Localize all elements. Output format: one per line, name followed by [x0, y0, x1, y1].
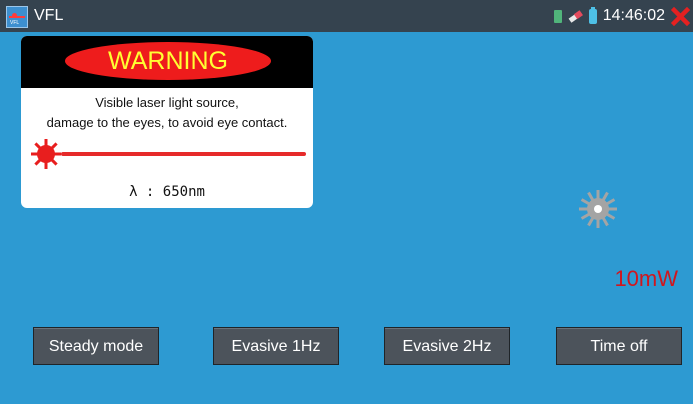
laser-status-gear-icon	[579, 190, 617, 228]
evasive-2hz-button[interactable]: Evasive 2Hz	[384, 327, 510, 365]
laser-warning-card: WARNING Visible laser light source, dama…	[21, 36, 313, 208]
app-icon-label: VFL	[10, 20, 20, 26]
evasive-1hz-button[interactable]: Evasive 1Hz	[213, 327, 339, 365]
laser-power-readout: 10mW	[614, 266, 678, 291]
laser-source-icon	[31, 139, 61, 169]
usb-icon	[568, 9, 583, 23]
title-bar: VFL VFL 14:46:02	[0, 0, 693, 32]
steady-mode-button[interactable]: Steady mode	[33, 327, 159, 365]
close-icon[interactable]	[671, 7, 690, 26]
app-title: VFL	[34, 7, 64, 24]
laser-beam	[61, 152, 306, 156]
warning-label: WARNING	[65, 42, 271, 80]
battery-icon	[588, 6, 597, 24]
vfl-app-icon: VFL	[6, 6, 28, 28]
warning-text-line-1: Visible laser light source,	[95, 95, 239, 110]
warning-text-line-2: damage to the eyes, to avoid eye contact…	[46, 115, 288, 130]
time-off-button[interactable]: Time off	[556, 327, 682, 365]
sd-card-icon	[553, 9, 562, 23]
status-clock: 14:46:02	[602, 7, 665, 24]
wavelength-label: λ : 650nm	[129, 184, 205, 200]
warning-header: WARNING	[21, 36, 313, 88]
vfl-screen: VFL VFL 14:46:02 WARNING Visible laser l…	[0, 0, 693, 404]
status-icons: 14:46:02	[553, 6, 665, 25]
